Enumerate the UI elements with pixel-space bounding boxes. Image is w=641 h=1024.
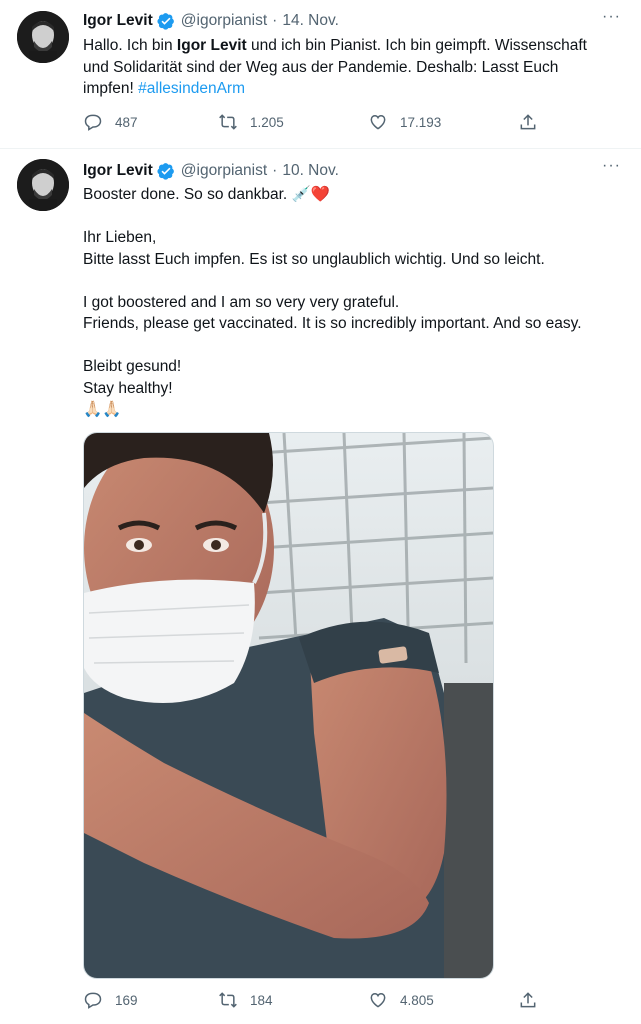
reply-count: 169 bbox=[115, 992, 138, 1008]
tweet-date[interactable]: 14. Nov. bbox=[282, 12, 339, 30]
reply-count: 487 bbox=[115, 114, 138, 130]
tweet-2[interactable]: Igor Levit @igorpianist · 10. Nov. ··· B… bbox=[0, 149, 641, 1024]
tweet-photo[interactable] bbox=[83, 432, 494, 979]
heart-icon bbox=[370, 114, 386, 130]
reply-button[interactable]: 487 bbox=[83, 112, 218, 132]
tweet-header: Igor Levit @igorpianist · 14. Nov. bbox=[83, 10, 339, 32]
tweet-text: Booster done. So so dankbar. 💉❤️ Ihr Lie… bbox=[83, 186, 582, 418]
author-handle[interactable]: @igorpianist bbox=[181, 12, 267, 30]
author-name[interactable]: Igor Levit bbox=[83, 12, 153, 30]
like-button[interactable]: 4.805 bbox=[368, 990, 518, 1010]
like-button[interactable]: 17.193 bbox=[368, 112, 518, 132]
tweet-1[interactable]: Igor Levit @igorpianist · 14. Nov. ··· H… bbox=[0, 0, 641, 149]
tweet-actions: 487 1.205 17.193 bbox=[83, 112, 553, 132]
verified-badge-icon bbox=[157, 163, 174, 180]
share-button[interactable] bbox=[518, 112, 550, 132]
separator-dot: · bbox=[272, 162, 278, 179]
more-options-icon[interactable]: ··· bbox=[602, 8, 621, 26]
heart-icon bbox=[370, 992, 386, 1008]
retweet-button[interactable]: 184 bbox=[218, 990, 368, 1010]
avatar[interactable] bbox=[17, 11, 69, 63]
reply-icon bbox=[84, 114, 102, 131]
hashtag-link[interactable]: #allesindenArm bbox=[138, 80, 245, 97]
tweet-text-part: Hallo. Ich bin bbox=[83, 37, 177, 54]
reply-icon bbox=[84, 992, 102, 1009]
tweet-text: Hallo. Ich bin Igor Levit und ich bin Pi… bbox=[83, 35, 618, 100]
tweet-date[interactable]: 10. Nov. bbox=[282, 162, 339, 180]
avatar[interactable] bbox=[17, 159, 69, 211]
tweet-header: Igor Levit @igorpianist · 10. Nov. bbox=[83, 160, 339, 182]
retweet-count: 1.205 bbox=[250, 114, 284, 130]
reply-button[interactable]: 169 bbox=[83, 990, 218, 1010]
share-button[interactable] bbox=[518, 990, 550, 1010]
more-options-icon[interactable]: ··· bbox=[602, 157, 621, 175]
share-icon bbox=[520, 114, 536, 130]
avatar-image bbox=[17, 11, 69, 63]
like-count: 4.805 bbox=[400, 992, 434, 1008]
photo-image bbox=[84, 433, 493, 978]
like-count: 17.193 bbox=[400, 114, 442, 130]
retweet-icon bbox=[219, 992, 237, 1008]
author-handle[interactable]: @igorpianist bbox=[181, 162, 267, 180]
verified-badge-icon bbox=[157, 13, 174, 30]
separator-dot: · bbox=[272, 12, 278, 29]
retweet-icon bbox=[219, 114, 237, 130]
avatar-image bbox=[17, 159, 69, 211]
retweet-count: 184 bbox=[250, 992, 273, 1008]
share-icon bbox=[520, 992, 536, 1008]
retweet-button[interactable]: 1.205 bbox=[218, 112, 368, 132]
tweet-text-bold: Igor Levit bbox=[176, 37, 247, 54]
tweet-actions: 169 184 4.805 bbox=[83, 990, 553, 1010]
author-name[interactable]: Igor Levit bbox=[83, 162, 153, 180]
